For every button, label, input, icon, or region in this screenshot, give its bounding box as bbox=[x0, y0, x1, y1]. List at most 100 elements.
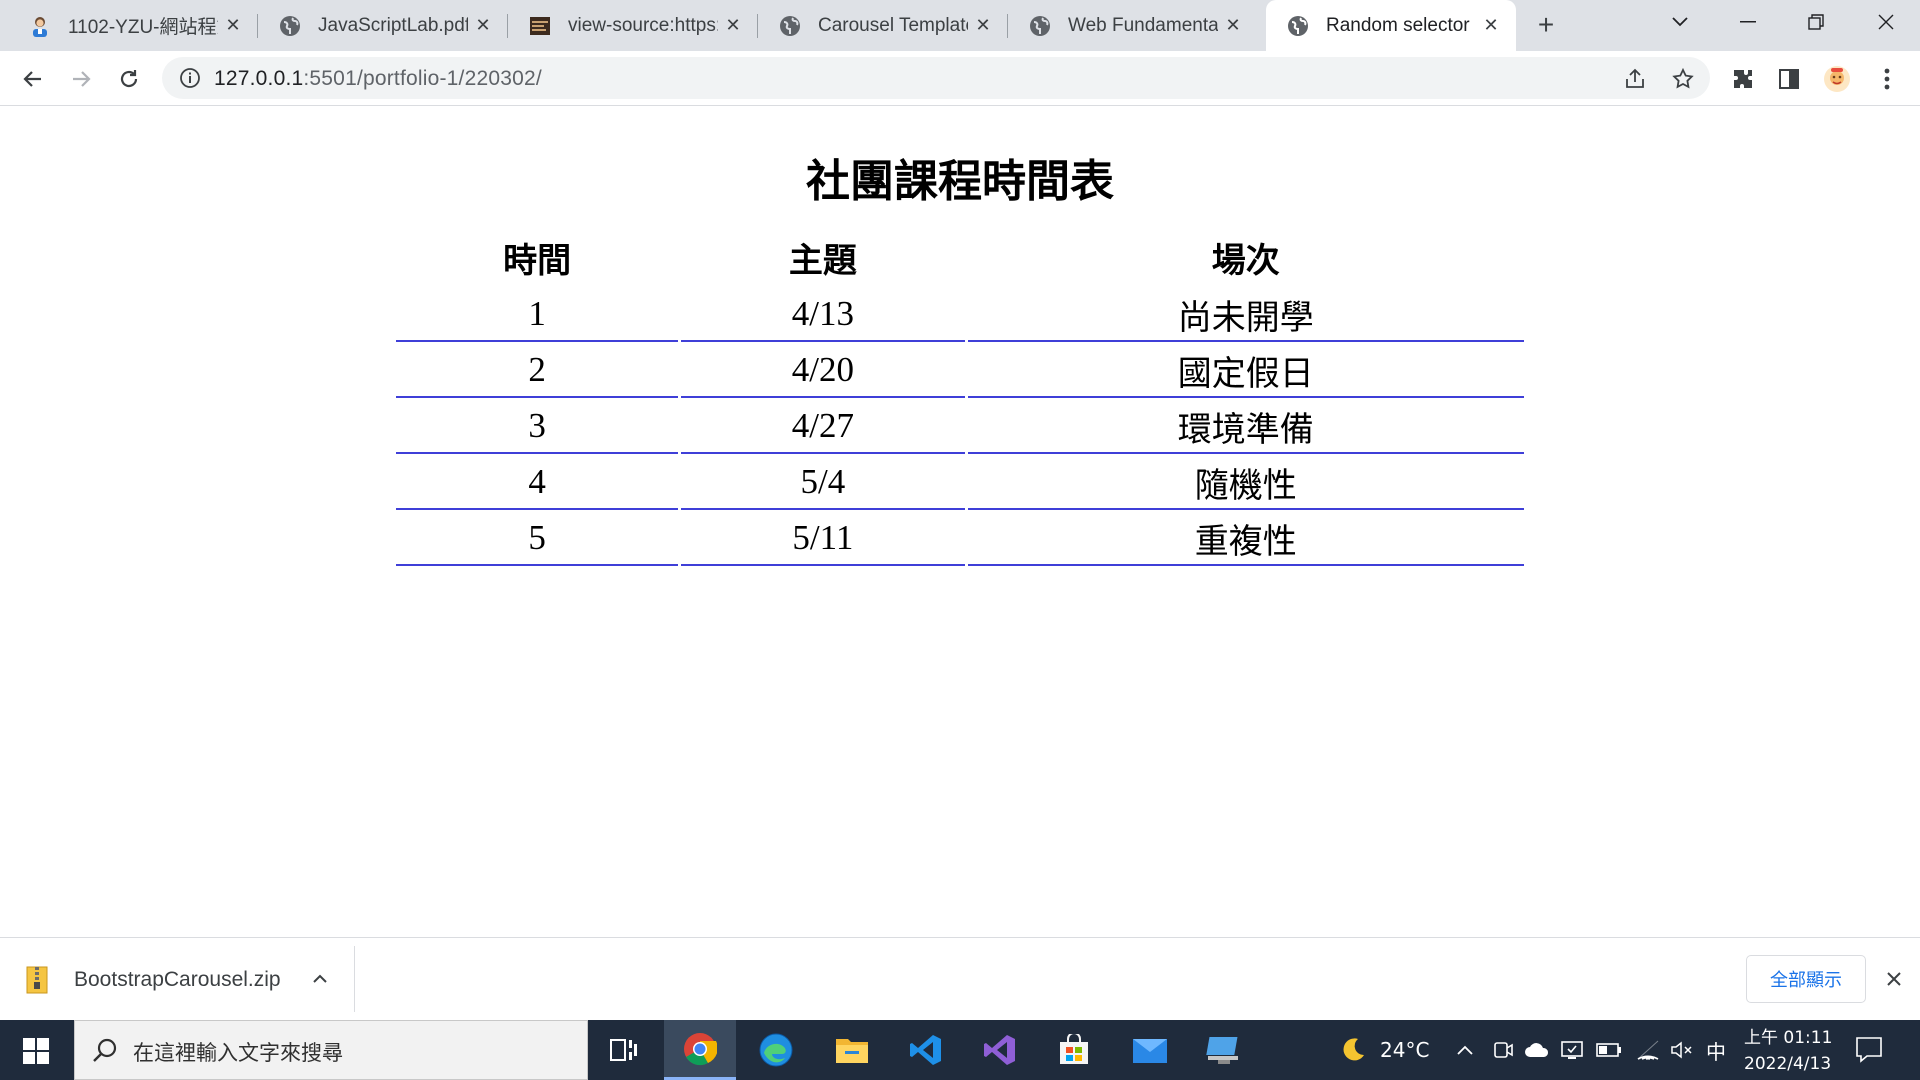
cell-time: 4 bbox=[396, 454, 679, 510]
chevron-up-icon bbox=[313, 974, 327, 983]
remote-desktop-app-button[interactable] bbox=[1188, 1020, 1260, 1080]
menu-kebab-icon[interactable] bbox=[1872, 64, 1902, 94]
table-row: 1 4/13 尚未開學 bbox=[396, 286, 1524, 342]
column-header-time: 時間 bbox=[503, 241, 572, 281]
visual-studio-app-button[interactable] bbox=[964, 1020, 1036, 1080]
close-icon[interactable]: ✕ bbox=[972, 14, 994, 36]
weather-widget[interactable]: 24°C bbox=[1338, 1020, 1429, 1080]
cell-topic: 4/20 bbox=[681, 342, 965, 398]
mail-app-button[interactable] bbox=[1114, 1020, 1186, 1080]
download-item[interactable]: BootstrapCarousel.zip bbox=[26, 962, 281, 998]
security-icon[interactable] bbox=[1560, 1020, 1584, 1080]
minimize-button[interactable] bbox=[1714, 0, 1782, 44]
table-row: 2 4/20 國定假日 bbox=[396, 342, 1524, 398]
meet-now-icon[interactable] bbox=[1492, 1020, 1514, 1080]
edge-app-button[interactable] bbox=[740, 1020, 812, 1080]
mail-icon bbox=[1133, 1039, 1167, 1063]
cell-time: 5 bbox=[396, 510, 679, 566]
clock-time: 上午 01:11 bbox=[1744, 1028, 1833, 1048]
cell-session: 重複性 bbox=[967, 510, 1524, 566]
close-icon bbox=[1887, 972, 1901, 986]
globe-icon bbox=[1028, 14, 1052, 38]
new-tab-button[interactable]: + bbox=[1532, 11, 1560, 40]
close-icon[interactable]: ✕ bbox=[472, 14, 494, 36]
close-window-button[interactable] bbox=[1852, 0, 1920, 44]
close-icon[interactable]: ✕ bbox=[1480, 14, 1502, 36]
tab-6[interactable]: Random selector ✕ bbox=[1266, 0, 1516, 51]
show-all-button[interactable]: 全部顯示 bbox=[1746, 955, 1866, 1003]
download-options-button[interactable] bbox=[308, 962, 332, 996]
start-button[interactable] bbox=[14, 1034, 58, 1068]
tab-5[interactable]: Web Fundamentals ✕ bbox=[1008, 0, 1258, 51]
close-shelf-button[interactable] bbox=[1880, 964, 1908, 994]
reload-icon bbox=[120, 70, 138, 88]
notification-center-button[interactable] bbox=[1854, 1034, 1886, 1066]
shelf-divider bbox=[354, 946, 355, 1012]
wifi-icon[interactable] bbox=[1636, 1020, 1660, 1080]
cell-session: 尚未開學 bbox=[967, 286, 1524, 342]
share-icon[interactable] bbox=[1622, 66, 1648, 92]
forward-button[interactable] bbox=[64, 62, 98, 96]
search-placeholder: 在這裡輸入文字來搜尋 bbox=[133, 1041, 343, 1065]
visual-studio-icon bbox=[984, 1035, 1015, 1065]
cell-topic: 4/13 bbox=[681, 286, 965, 342]
store-app-button[interactable] bbox=[1038, 1020, 1110, 1080]
chrome-app-button[interactable] bbox=[664, 1020, 736, 1080]
info-icon[interactable] bbox=[178, 66, 202, 90]
file-explorer-button[interactable] bbox=[816, 1020, 888, 1080]
battery-icon[interactable] bbox=[1596, 1020, 1622, 1080]
ime-indicator[interactable]: 中 bbox=[1706, 1020, 1726, 1080]
table-row: 4 5/4 隨機性 bbox=[396, 454, 1524, 510]
tab-title: Random selector bbox=[1326, 14, 1470, 36]
vscode-app-button[interactable] bbox=[890, 1020, 962, 1080]
vscode-icon bbox=[910, 1035, 941, 1065]
extensions-icon[interactable] bbox=[1728, 64, 1758, 94]
back-button[interactable] bbox=[16, 62, 50, 96]
cell-session: 環境準備 bbox=[967, 398, 1524, 454]
url-text[interactable]: 127.0.0.1:5501/portfolio-1/220302/ bbox=[214, 67, 542, 91]
cell-topic: 5/4 bbox=[681, 454, 965, 510]
tab-2[interactable]: JavaScriptLab.pdf ✕ bbox=[258, 0, 508, 51]
reload-button[interactable] bbox=[112, 62, 146, 96]
task-view-button[interactable] bbox=[588, 1020, 660, 1080]
table-header-row: 時間 主題 場次 bbox=[396, 233, 1524, 286]
taskbar: 在這裡輸入文字來搜尋 24°C 中 上午 01:11 2022/4/13 bbox=[0, 1020, 1920, 1080]
tab-title: Web Fundamentals bbox=[1068, 14, 1218, 36]
page-content: 社團課程時間表 時間 主題 場次 1 4/13 尚未開學 2 4/20 國定假日… bbox=[0, 107, 1920, 937]
onedrive-icon[interactable] bbox=[1524, 1020, 1550, 1080]
tab-4[interactable]: Carousel Template ✕ bbox=[758, 0, 1008, 51]
address-bar[interactable]: 127.0.0.1:5501/portfolio-1/220302/ bbox=[162, 57, 1710, 99]
tray-overflow-button[interactable] bbox=[1456, 1020, 1474, 1080]
tab-strip: 1102-YZU-網站程式設計 ✕ JavaScriptLab.pdf ✕ vi… bbox=[0, 0, 1920, 51]
moon-weather-icon bbox=[1343, 1038, 1364, 1061]
user-avatar-icon bbox=[28, 14, 52, 38]
zip-file-icon bbox=[26, 966, 48, 994]
globe-icon bbox=[778, 14, 802, 38]
schedule-table: 時間 主題 場次 1 4/13 尚未開學 2 4/20 國定假日 3 4/27 … bbox=[393, 233, 1527, 566]
side-panel-icon[interactable] bbox=[1774, 64, 1804, 94]
close-icon bbox=[1878, 14, 1894, 30]
edge-icon bbox=[759, 1033, 793, 1067]
taskbar-search-input[interactable]: 在這裡輸入文字來搜尋 bbox=[74, 1020, 588, 1080]
taskbar-clock[interactable]: 上午 01:11 2022/4/13 bbox=[1744, 1025, 1834, 1077]
tab-search-button[interactable] bbox=[1646, 0, 1714, 44]
column-header-session: 場次 bbox=[1211, 241, 1280, 281]
tab-title: 1102-YZU-網站程式設計 bbox=[68, 17, 218, 38]
remote-desktop-icon bbox=[1206, 1037, 1238, 1064]
chevron-up-icon bbox=[1457, 1045, 1473, 1055]
profile-avatar-icon[interactable] bbox=[1822, 64, 1852, 94]
close-icon[interactable]: ✕ bbox=[222, 14, 244, 36]
clock-date: 2022/4/13 bbox=[1744, 1054, 1832, 1074]
cell-topic: 5/11 bbox=[681, 510, 965, 566]
close-icon[interactable]: ✕ bbox=[722, 14, 744, 36]
close-icon[interactable]: ✕ bbox=[1222, 14, 1244, 36]
source-icon bbox=[528, 14, 552, 38]
bookmark-star-icon[interactable] bbox=[1670, 66, 1696, 92]
restore-button[interactable] bbox=[1782, 0, 1850, 44]
tab-3[interactable]: view-source:https:// ✕ bbox=[508, 0, 758, 51]
tab-title: Carousel Template bbox=[818, 14, 968, 36]
weather-temperature: 24°C bbox=[1380, 1038, 1430, 1062]
volume-muted-icon[interactable] bbox=[1670, 1020, 1694, 1080]
tab-1[interactable]: 1102-YZU-網站程式設計 ✕ bbox=[8, 0, 258, 51]
cell-topic: 4/27 bbox=[681, 398, 965, 454]
